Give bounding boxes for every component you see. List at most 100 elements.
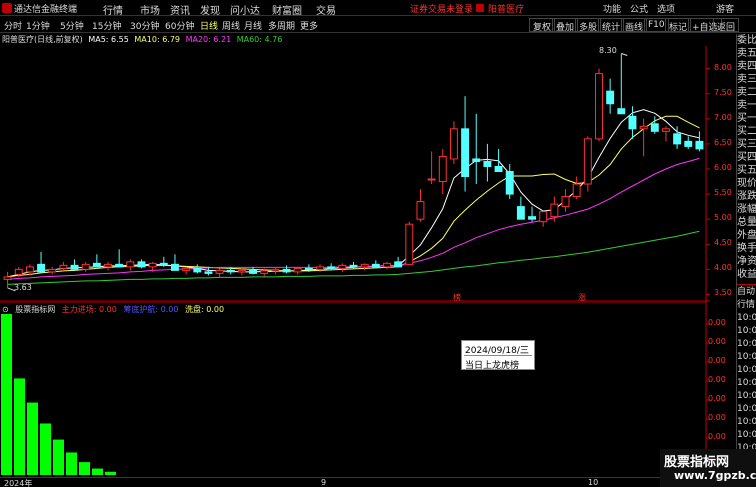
candle-body [48,268,57,273]
high-price-label: 8.30 [599,46,617,55]
quote-field-label: 买一 [737,113,756,124]
login-warning[interactable]: 证券交易未登录 [410,2,473,15]
candle-body [126,261,135,268]
back-button[interactable]: 返回 [713,18,740,33]
wash-bar [40,423,51,475]
menu-market-quotes[interactable]: 行情 [103,2,123,17]
menu-formula[interactable]: 公式 [630,2,648,15]
quote-field-label: 卖一 [737,100,756,111]
candle-body [25,266,34,273]
menu-trade[interactable]: 交易 [316,2,336,17]
quote-side-panel: 委比 卖五 卖四 卖三 卖二 卖一 买一 买二 买三 买四 买五 现价 涨跌 涨幅 总量 外盘 换手 净资 收益 自动… [736,34,756,487]
candle-body [483,160,492,167]
candle-body [104,263,112,268]
candle-body [204,271,213,274]
quote-field-label: 涨跌 [737,191,756,202]
period-30min[interactable]: 30分钟 [130,19,159,32]
tick-time: 10:0 [737,365,756,375]
candle-body [695,140,704,150]
candle-body [70,264,79,270]
period-monthly[interactable]: 月线 [244,19,262,32]
guest-user[interactable]: 游客 [716,2,734,15]
candle-body [59,264,68,269]
candlestick-chart[interactable] [0,46,710,302]
candle-body [360,263,369,268]
candle-body [628,115,637,130]
candle-body [528,216,536,220]
tick-panel-header: 行情 [737,300,756,310]
menu-function[interactable]: 功能 [603,2,621,15]
period-5min[interactable]: 5分钟 [60,19,84,32]
panel-separator [737,284,756,285]
wash-bar [92,468,103,475]
period-15min[interactable]: 15分钟 [92,19,121,32]
candle-body [316,266,324,270]
candle-body [539,211,548,223]
tick-time: 10:0 [737,352,756,362]
ma5-value: MA5: 6.55 [88,35,129,44]
indicator-tick-label: 0.00 [708,356,726,365]
menu-discover[interactable]: 发现 [200,2,220,17]
quote-field-label: 卖五 [737,48,756,59]
candle-body [595,73,603,140]
indicator-tick-label: 0.00 [708,394,726,403]
indicator-chart[interactable] [0,302,710,477]
date-axis: 2024年 9 10 [0,477,736,487]
watermark-url: www.7gpzb.com [674,469,756,482]
period-60min[interactable]: 60分钟 [165,19,194,32]
candle-body [193,267,202,273]
candle-body [115,263,124,268]
price-tick-label: 8.00 [714,62,732,72]
current-stock-name[interactable]: 阳普医疗 [488,2,524,15]
period-1min[interactable]: 1分钟 [26,19,50,32]
tooltip-text: 当日上龙虎榜 [465,361,520,371]
candle-body [349,264,358,268]
quote-field-label: 净资 [737,256,756,267]
indicator-tick-label: 0.00 [708,375,726,384]
period-multi[interactable]: 多周期 [268,19,295,32]
price-tick-label: 4.50 [714,238,732,248]
app-title: 通达信金融终端 [14,5,78,15]
axis-month-9: 9 [321,478,327,487]
ma20-line [7,157,700,280]
period-timeshare[interactable]: 分时 [4,19,22,32]
title-bar: 通达信金融终端 行情 市场 资讯 发现 问小达 财富圈 交易 证券交易未登录 阳… [0,0,756,17]
candle-body [237,269,246,273]
menu-market[interactable]: 市场 [140,2,160,17]
menu-wealth[interactable]: 财富圈 [272,2,302,17]
candle-body [550,203,559,218]
candle-body [215,269,224,274]
candle-body [673,133,682,145]
candle-body [438,155,447,183]
candle-body [617,108,626,115]
ma60-value: MA60: 4.76 [236,35,283,44]
period-more[interactable]: 更多 [300,19,318,32]
candle-body [159,262,168,266]
period-daily[interactable]: 日线 [200,19,218,32]
menu-news[interactable]: 资讯 [170,2,190,17]
wash-bar [1,314,12,475]
quote-field-label: 买二 [737,126,756,137]
tick-time: 10:0 [737,378,756,388]
quote-field-label: 换手 [737,243,756,254]
tick-time: 10:0 [737,404,756,414]
chart-header: 阳普医疗(日线,前复权) MA5: 6.55 MA10: 6.79 MA20: … [0,34,285,46]
candle-body [606,90,615,105]
price-tick-label: 4.00 [714,263,732,273]
candle-body [472,158,481,162]
watermark-title: 股票指标网 [664,455,730,470]
candle-body [516,206,525,220]
menu-ask[interactable]: 问小达 [230,2,260,17]
chart-title: 阳普医疗(日线,前复权) [2,35,83,44]
candle-body [81,263,90,270]
indicator-tick-label: 0.00 [708,432,726,441]
period-weekly[interactable]: 周线 [222,19,240,32]
menu-options[interactable]: 选项 [657,2,675,15]
candle-body [639,125,648,130]
price-tick-label: 5.00 [714,213,732,223]
tick-time: 10:0 [737,313,756,323]
quote-field-label: 卖三 [737,74,756,85]
wash-bar [14,378,25,475]
tick-time: 10:0 [737,326,756,336]
axis-year-label: 2024年 [4,479,33,487]
